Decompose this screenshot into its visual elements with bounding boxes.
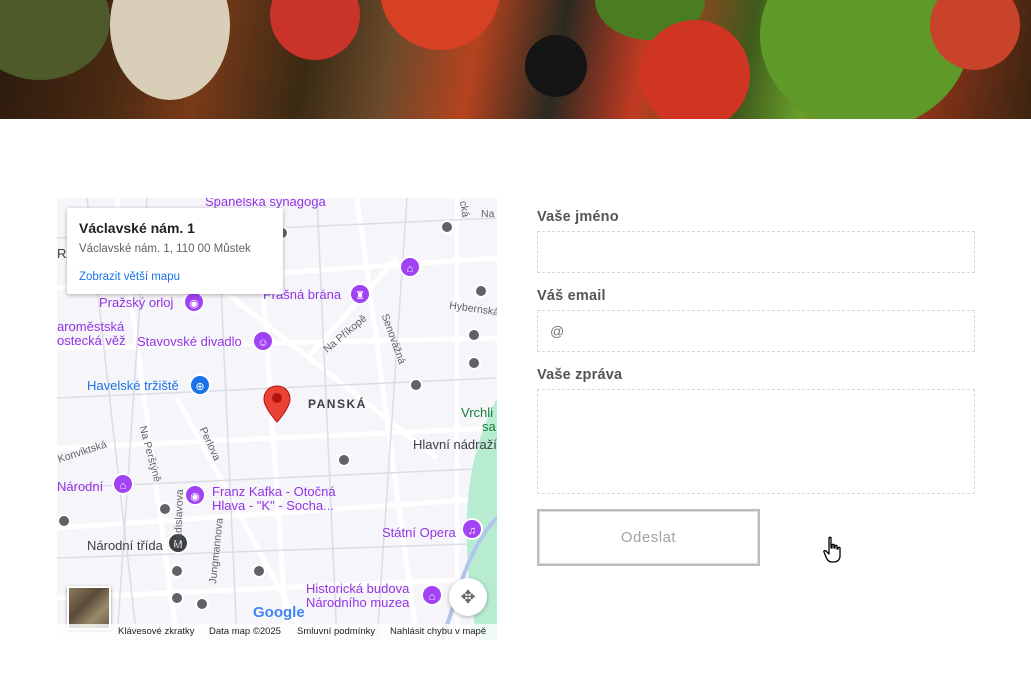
- bus-stop-icon[interactable]: [337, 453, 351, 467]
- map-footer: Klávesové zkratky Data map ©2025 Smluvní…: [57, 624, 497, 640]
- place-label: Národní třída: [87, 538, 163, 553]
- place-title: Václavské nám. 1: [79, 220, 195, 236]
- bus-stop-icon[interactable]: [158, 502, 172, 516]
- museum-icon[interactable]: ⌂: [421, 584, 443, 606]
- landmark-icon[interactable]: ⌂: [112, 473, 134, 495]
- street-label: Vladislavova: [172, 489, 187, 549]
- poi-label[interactable]: aroměstská: [57, 319, 124, 334]
- poi-label[interactable]: Franz Kafka - Otočná: [212, 484, 336, 499]
- poi-label[interactable]: sa: [482, 419, 496, 434]
- bus-stop-icon[interactable]: [409, 378, 423, 392]
- bus-stop-icon[interactable]: [252, 564, 266, 578]
- keyboard-shortcuts-link[interactable]: Klávesové zkratky: [118, 626, 195, 637]
- bus-stop-icon[interactable]: [195, 597, 209, 611]
- street-label: Na: [481, 208, 495, 220]
- hero-image: [0, 0, 1031, 119]
- place-address: Václavské nám. 1, 110 00 Můstek: [79, 243, 251, 255]
- poi-label[interactable]: Stavovské divadlo: [137, 334, 242, 349]
- train-icon[interactable]: [474, 284, 488, 298]
- bus-stop-icon[interactable]: [170, 591, 184, 605]
- monument-icon[interactable]: ♜: [349, 283, 371, 305]
- camera-icon[interactable]: ◉: [183, 291, 205, 313]
- camera-icon[interactable]: ◉: [184, 484, 206, 506]
- email-field[interactable]: [537, 310, 975, 352]
- camera-control-icon[interactable]: ✥: [449, 578, 487, 616]
- bus-stop-icon[interactable]: [440, 220, 454, 234]
- bus-stop-icon[interactable]: [57, 514, 71, 528]
- message-label: Vaše zpráva: [537, 367, 623, 383]
- district-label: PANSKÁ: [308, 397, 367, 411]
- name-label: Vaše jméno: [537, 209, 619, 225]
- poi-label[interactable]: Státní Opera: [382, 525, 456, 540]
- poi-label[interactable]: Hlava - "K" - Socha...: [212, 498, 334, 513]
- shopping-cart-icon[interactable]: ⊕: [189, 374, 211, 396]
- google-logo: Google: [253, 604, 305, 621]
- message-field[interactable]: [537, 389, 975, 494]
- poi-label[interactable]: Pražský orloj: [99, 295, 173, 310]
- music-icon[interactable]: ♫: [461, 518, 483, 540]
- location-pin-icon: [263, 385, 291, 423]
- poi-label[interactable]: Národní: [57, 479, 103, 494]
- terms-link[interactable]: Smluvní podmínky: [297, 626, 375, 637]
- poi-label[interactable]: Vrchli: [461, 405, 493, 420]
- bus-stop-icon[interactable]: [467, 328, 481, 342]
- museum-icon[interactable]: ⌂: [399, 256, 421, 278]
- bus-stop-icon[interactable]: [170, 564, 184, 578]
- poi-label[interactable]: Národního muzea: [306, 595, 409, 610]
- hand-cursor-icon: [823, 536, 841, 563]
- email-label: Váš email: [537, 288, 606, 304]
- theatre-icon[interactable]: ☺: [252, 330, 274, 352]
- map-data-text: Data map ©2025: [209, 626, 281, 637]
- map-info-card: Václavské nám. 1 Václavské nám. 1, 110 0…: [67, 208, 283, 294]
- bus-stop-icon[interactable]: [467, 356, 481, 370]
- poi-label[interactable]: Havelské tržiště: [87, 378, 179, 393]
- place-label: Hlavní nádraží: [413, 437, 497, 452]
- poi-label[interactable]: Historická budova: [306, 581, 409, 596]
- submit-button[interactable]: Odeslat: [537, 509, 760, 566]
- report-error-link[interactable]: Nahlásit chybu v mapě: [390, 626, 486, 637]
- name-field[interactable]: [537, 231, 975, 273]
- poi-label[interactable]: ostecká věž: [57, 333, 126, 348]
- street-label: cká: [456, 199, 472, 219]
- larger-map-link[interactable]: Zobrazit větší mapu: [79, 271, 180, 283]
